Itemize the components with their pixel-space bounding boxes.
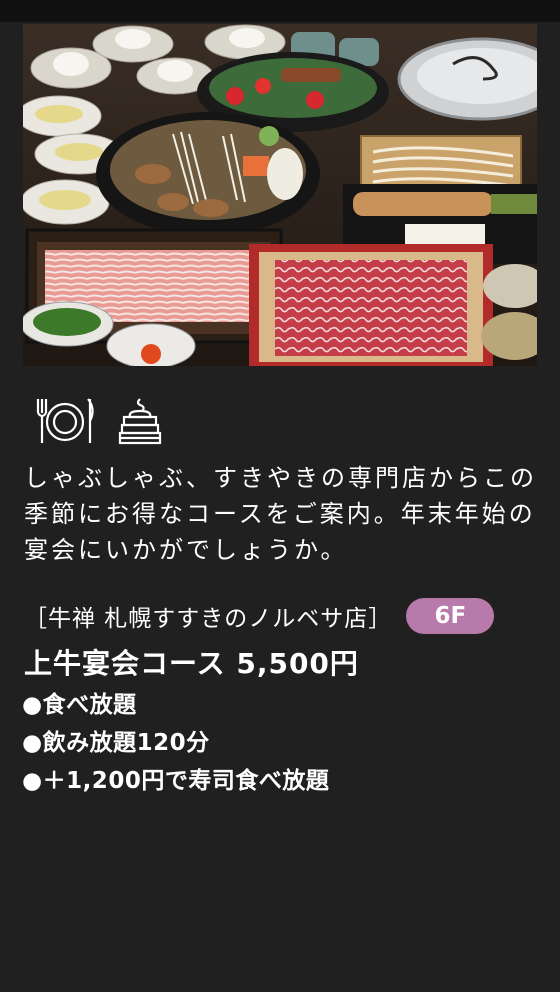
sweets-tiered-icon — [116, 395, 164, 451]
feature-icons — [32, 394, 164, 452]
shop-name: ［牛禅 札幌すすきのノルベサ店］ — [24, 606, 393, 632]
feature-list: ●食べ放題 ●飲み放題120分 ●＋1,200円で寿司食べ放題 — [22, 686, 329, 800]
promo-description: しゃぶしゃぶ、すきやきの専門店からこの季節にお得なコースをご案内。年末年始の宴会… — [24, 464, 537, 564]
hero-image — [23, 24, 537, 366]
shop-info: ［牛禅 札幌すすきのノルベサ店］ 6F — [24, 597, 495, 635]
floor-badge: 6F — [406, 598, 495, 634]
feature-item: ●食べ放題 — [22, 692, 137, 718]
feature-item: ●＋1,200円で寿司食べ放題 — [22, 768, 330, 794]
top-bar — [0, 0, 560, 22]
course-title: 上牛宴会コース 5,500円 — [24, 647, 359, 680]
plate-cutlery-icon — [32, 395, 98, 451]
feature-item: ●飲み放題120分 — [22, 730, 210, 756]
